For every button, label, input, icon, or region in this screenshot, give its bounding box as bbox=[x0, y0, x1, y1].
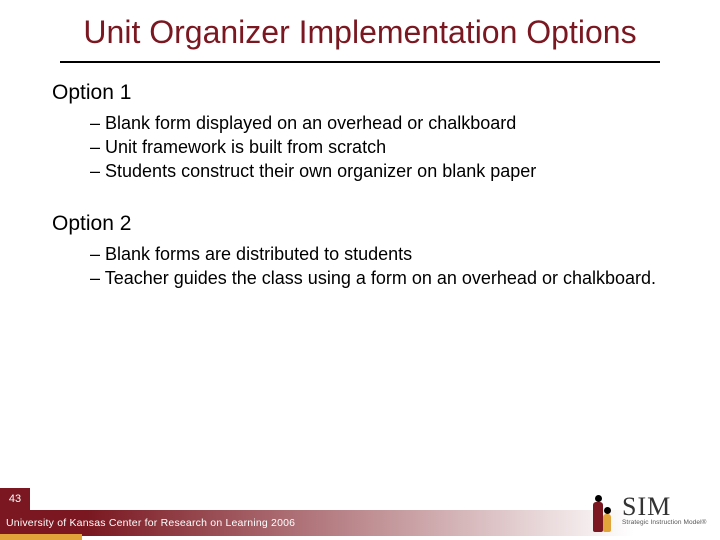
slide-content: Option 1 Blank form displayed on an over… bbox=[0, 81, 720, 290]
slide-title: Unit Organizer Implementation Options bbox=[0, 0, 720, 57]
option2-bullets: Blank forms are distributed to students … bbox=[52, 242, 668, 291]
option1-heading: Option 1 bbox=[52, 81, 668, 105]
list-item: Teacher guides the class using a form on… bbox=[90, 266, 668, 290]
logo-sub: Strategic Instruction Model® bbox=[622, 520, 707, 527]
credit-text: University of Kansas Center for Research… bbox=[6, 517, 295, 529]
slide: Unit Organizer Implementation Options Op… bbox=[0, 0, 720, 540]
logo-main: SIM bbox=[622, 494, 707, 520]
list-item: Blank forms are distributed to students bbox=[90, 242, 668, 266]
page-number: 43 bbox=[0, 488, 30, 510]
option1-bullets: Blank form displayed on an overhead or c… bbox=[52, 111, 668, 184]
footer: 43 University of Kansas Center for Resea… bbox=[0, 478, 720, 540]
accent-bar bbox=[0, 534, 82, 540]
logo-text: SIM Strategic Instruction Model® bbox=[622, 494, 707, 527]
sim-logo: SIM Strategic Instruction Model® bbox=[588, 486, 708, 534]
title-rule bbox=[60, 61, 660, 63]
list-item: Unit framework is built from scratch bbox=[90, 135, 668, 159]
list-item: Students construct their own organizer o… bbox=[90, 159, 668, 183]
people-icon bbox=[588, 487, 618, 533]
option2-heading: Option 2 bbox=[52, 212, 668, 236]
list-item: Blank form displayed on an overhead or c… bbox=[90, 111, 668, 135]
